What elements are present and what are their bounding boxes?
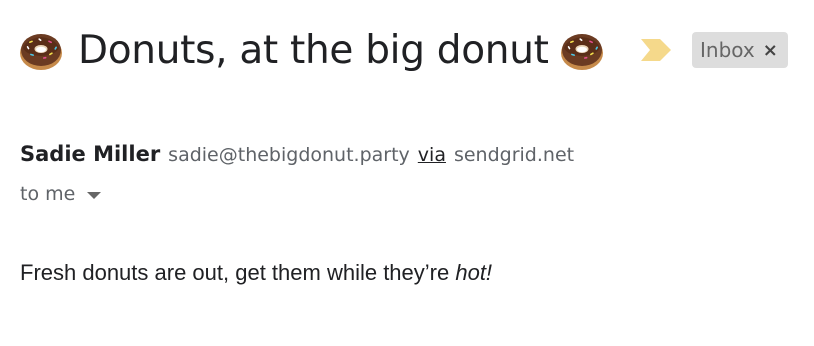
caret-down-icon[interactable] [87, 191, 102, 199]
message-body: Fresh donuts are out, get them while the… [20, 260, 492, 286]
sender-name: Sadie Miller [20, 142, 161, 166]
via-domain: sendgrid.net [453, 144, 575, 166]
message-emphasis: hot! [455, 260, 493, 285]
donut-emoji-icon [560, 34, 603, 70]
sender-email: sadie@thebigdonut.party [168, 144, 410, 166]
importance-marker-icon[interactable] [640, 37, 672, 63]
email-subject: Donuts, at the big donut [78, 27, 549, 73]
sender-row: Sadie Miller sadie@thebigdonut.party via… [20, 142, 574, 170]
inbox-label-text: Inbox [700, 38, 755, 62]
subject-row: Donuts, at the big donut [18, 22, 605, 78]
recipient-details-toggle[interactable]: to me [20, 181, 102, 207]
recipient-label: to me [20, 183, 76, 205]
via-link[interactable]: via [418, 144, 446, 166]
message-text: Fresh donuts are out, get them while the… [20, 260, 456, 285]
donut-emoji-icon [20, 34, 62, 70]
remove-label-icon[interactable]: × [763, 40, 778, 61]
inbox-label-chip: Inbox × [692, 32, 788, 68]
